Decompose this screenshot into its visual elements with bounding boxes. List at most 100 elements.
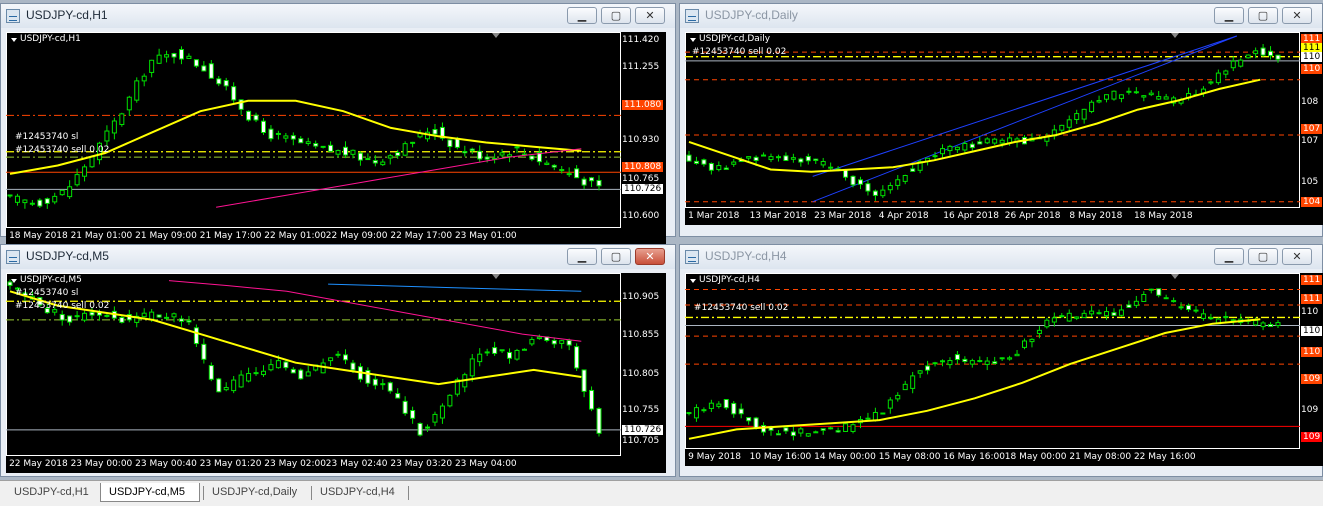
tab-usdjpy-cd-daily[interactable]: USDJPY-cd,Daily bbox=[204, 483, 308, 502]
candle-body bbox=[395, 393, 401, 399]
chart-menu-arrow-icon[interactable] bbox=[690, 38, 696, 42]
candle-body bbox=[1275, 54, 1281, 60]
date-axis-label-2: 21 May 09:00 bbox=[135, 231, 197, 241]
candle-body bbox=[1215, 72, 1221, 84]
candle-body bbox=[298, 369, 304, 380]
candle-body bbox=[887, 185, 893, 191]
date-axis-label-4: 23 May 02:00 bbox=[264, 459, 327, 469]
candle-body bbox=[119, 317, 125, 323]
candle-body bbox=[843, 169, 849, 178]
minimize-icon: ▁ bbox=[577, 9, 587, 22]
price-axis-label-0: 111 bbox=[1301, 275, 1323, 286]
chart-menu-arrow-icon[interactable] bbox=[690, 279, 696, 283]
chart-shift-marker[interactable] bbox=[1170, 33, 1179, 38]
maximize-button[interactable]: ▢ bbox=[1248, 7, 1278, 24]
candle-body bbox=[231, 379, 237, 392]
chart-window-2[interactable]: USDJPY-cd,Daily ▁ ▢ ✕ USDJPY-cd,Daily #124537… bbox=[679, 3, 1323, 237]
candle-body bbox=[7, 194, 13, 197]
candle-body bbox=[1059, 315, 1065, 318]
chart-area[interactable]: USDJPY-cd,H1 #12453740 sl #12453740 sell 0… bbox=[6, 32, 666, 245]
candle-body bbox=[208, 63, 214, 79]
candle-body bbox=[89, 311, 95, 316]
chart-window-icon bbox=[6, 9, 20, 23]
chart-window-3[interactable]: USDJPY-cd,M5 ▁ ▢ ✕ USDJPY-cd,M5 #12453740 sl #… bbox=[0, 244, 676, 477]
candle-body bbox=[999, 139, 1005, 144]
minimize-button[interactable]: ▁ bbox=[1214, 7, 1244, 24]
window-title: USDJPY-cd,Daily bbox=[705, 8, 798, 22]
chart-shift-marker[interactable] bbox=[491, 274, 500, 279]
chart-menu-arrow-icon[interactable] bbox=[11, 279, 17, 283]
date-axis-label-5: 22 May 09:00 bbox=[325, 231, 388, 241]
price-axis-label-7: 110.600 bbox=[622, 211, 660, 222]
candle-body bbox=[992, 361, 998, 365]
chart-symbol-label: USDJPY-cd,Daily bbox=[699, 34, 771, 44]
window-titlebar[interactable]: USDJPY-cd,H1 ▁ ▢ ✕ bbox=[1, 4, 675, 28]
candle-body bbox=[1126, 90, 1132, 93]
maximize-icon: ▢ bbox=[610, 9, 622, 22]
window-titlebar[interactable]: USDJPY-cd,M5 ▁ ▢ ✕ bbox=[1, 245, 675, 269]
tab-usdjpy-cd-h1[interactable]: USDJPY-cd,H1 bbox=[6, 483, 100, 502]
date-axis-label-0: 22 May 2018 bbox=[9, 459, 68, 469]
minimize-button[interactable]: ▁ bbox=[567, 248, 597, 265]
window-titlebar[interactable]: USDJPY-cd,Daily ▁ ▢ ✕ bbox=[680, 4, 1322, 28]
candle-body bbox=[738, 408, 744, 415]
chart-shift-marker[interactable] bbox=[1170, 274, 1179, 279]
candle-body bbox=[596, 179, 602, 187]
close-button[interactable]: ✕ bbox=[1282, 7, 1312, 24]
chart-tabs-bar: USDJPY-cd,H1 USDJPY-cd,M5 USDJPY-cd,Daily U… bbox=[0, 480, 1323, 506]
close-button[interactable]: ✕ bbox=[635, 248, 665, 265]
candle-body bbox=[499, 349, 505, 352]
candle-body bbox=[14, 195, 20, 203]
candle-body bbox=[365, 158, 371, 161]
price-axis-label-4: 110.726 bbox=[622, 425, 664, 436]
candle-body bbox=[939, 148, 945, 155]
candle-body bbox=[74, 174, 80, 186]
candle-body bbox=[566, 340, 572, 346]
maximize-icon: ▢ bbox=[1257, 9, 1269, 22]
candle-body bbox=[260, 370, 266, 376]
date-axis-label-3: 21 May 17:00 bbox=[199, 231, 262, 241]
chart-window-4[interactable]: USDJPY-cd,H4 ▁ ▢ ✕ USDJPY-cd,H4 #12453740 sel… bbox=[679, 244, 1323, 477]
candle-body bbox=[1066, 312, 1072, 322]
candle-body bbox=[313, 143, 319, 147]
candle-body bbox=[887, 399, 893, 409]
candle-body bbox=[999, 357, 1005, 360]
tab-usdjpy-cd-h4[interactable]: USDJPY-cd,H4 bbox=[312, 483, 404, 502]
window-title: USDJPY-cd,M5 bbox=[26, 249, 109, 263]
close-button[interactable]: ✕ bbox=[635, 7, 665, 24]
maximize-icon: ▢ bbox=[1257, 250, 1269, 263]
candle-body bbox=[984, 360, 990, 365]
minimize-button[interactable]: ▁ bbox=[567, 7, 597, 24]
moving-average-yellow bbox=[688, 78, 1261, 173]
maximize-button[interactable]: ▢ bbox=[1248, 248, 1278, 265]
chart-window-icon bbox=[6, 250, 20, 264]
price-axis-label-1: 110.855 bbox=[622, 330, 660, 341]
candle-body bbox=[835, 430, 841, 433]
chart-window-1[interactable]: USDJPY-cd,H1 ▁ ▢ ✕ USDJPY-cd,H1 #12453740 sl #… bbox=[0, 3, 676, 245]
tab-usdjpy-cd-m5[interactable]: USDJPY-cd,M5 bbox=[100, 483, 200, 502]
candle-body bbox=[238, 374, 244, 388]
candle-body bbox=[387, 155, 393, 159]
candle-body bbox=[1081, 312, 1087, 319]
chart-area[interactable]: USDJPY-cd,H4 #12453740 sell 0.02 111 111 110… bbox=[685, 273, 1323, 466]
candle-body bbox=[328, 357, 334, 362]
candle-body bbox=[1036, 329, 1042, 334]
candle-body bbox=[178, 49, 184, 60]
chart-area[interactable]: USDJPY-cd,Daily #12453740 sell 0.02 111 111… bbox=[685, 32, 1323, 225]
candle-body bbox=[246, 372, 252, 382]
candle-body bbox=[559, 340, 565, 344]
chart-shift-marker[interactable] bbox=[491, 33, 500, 38]
minimize-button[interactable]: ▁ bbox=[1214, 248, 1244, 265]
window-titlebar[interactable]: USDJPY-cd,H4 ▁ ▢ ✕ bbox=[680, 245, 1322, 269]
maximize-button[interactable]: ▢ bbox=[601, 7, 631, 24]
chart-area[interactable]: USDJPY-cd,M5 #12453740 sl #12453740 sell 0… bbox=[6, 273, 666, 473]
maximize-button[interactable]: ▢ bbox=[601, 248, 631, 265]
candle-body bbox=[977, 360, 983, 363]
candle-body bbox=[1156, 288, 1162, 296]
candle-body bbox=[716, 403, 722, 407]
candle-body bbox=[775, 433, 781, 436]
order-label-0: #12453740 sl bbox=[15, 288, 79, 298]
close-button[interactable]: ✕ bbox=[1282, 248, 1312, 265]
chart-menu-arrow-icon[interactable] bbox=[11, 38, 17, 42]
date-axis-label-5: 26 Apr 2018 bbox=[1004, 211, 1061, 221]
